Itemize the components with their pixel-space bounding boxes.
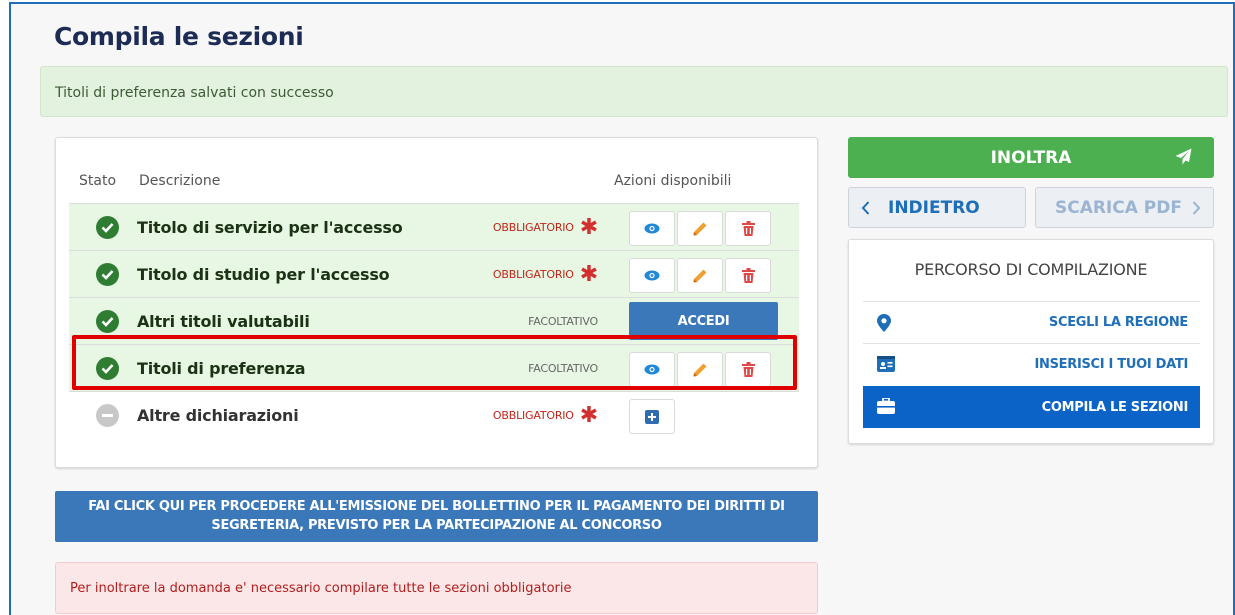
column-header-status: Stato [79,173,117,189]
error-alert: Per inoltrare la domanda e' necessario c… [55,562,818,614]
requirement-text: OBBLIGATORIO [492,221,574,234]
payment-button-line2: SEGRETERIA, PREVISTO PER LA PARTECIPAZIO… [211,518,662,533]
step-choose-region[interactable]: SCEGLI LA REGIONE [863,301,1200,343]
asterisk-icon: ✱ [579,214,598,240]
step-label: INSERISCI I TUOI DATI [1034,357,1188,372]
briefcase-icon [877,398,895,414]
success-alert: Titoli di preferenza salvati con success… [40,66,1228,117]
row-actions [629,211,771,246]
column-header-actions: Azioni disponibili [614,173,732,189]
section-row: Titolo di studio per l'accesso OBBLIGATO… [69,250,799,297]
submit-button[interactable]: INOLTRA [848,137,1214,178]
edit-button[interactable] [677,258,723,293]
pencil-icon [693,363,707,376]
payment-button[interactable]: FAI CLICK QUI PER PROCEDERE ALL'EMISSION… [55,491,818,542]
step-fill-sections[interactable]: COMPILA LE SEZIONI [863,386,1200,428]
section-label: Altri titoli valutabili [137,312,310,331]
trash-icon [741,362,755,377]
check-circle-icon [96,216,119,239]
paper-plane-icon [1175,148,1192,165]
add-button[interactable] [629,399,675,434]
check-circle-icon [96,310,119,333]
pencil-icon [693,269,707,282]
requirement-badge: OBBLIGATORIO ✱ [492,261,598,287]
requirement-badge: FACOLTATIVO [528,362,598,375]
page-title: Compila le sezioni [54,22,304,51]
section-row: Titolo di servizio per l'accesso OBBLIGA… [69,203,799,250]
plus-square-icon [645,409,659,424]
section-label: Altre dichiarazioni [137,406,299,425]
column-header-description: Descrizione [139,173,221,189]
submit-label: INOLTRA [990,147,1072,168]
asterisk-icon: ✱ [579,261,598,287]
view-button[interactable] [629,211,675,246]
delete-button[interactable] [725,258,771,293]
delete-button[interactable] [725,352,771,387]
requirement-text: OBBLIGATORIO [492,268,574,281]
eye-icon [644,364,660,375]
requirement-text: FACOLTATIVO [528,315,598,328]
back-label: INDIETRO [888,197,980,218]
check-circle-icon [96,263,119,286]
back-button[interactable]: INDIETRO [848,187,1026,228]
section-label: Titoli di preferenza [137,359,306,378]
requirement-badge: OBBLIGATORIO ✱ [492,214,598,240]
chevron-right-icon [1192,200,1201,215]
view-button[interactable] [629,258,675,293]
check-circle-icon [96,357,119,380]
step-label: SCEGLI LA REGIONE [1048,315,1188,330]
pencil-icon [693,222,707,235]
section-label: Titolo di studio per l'accesso [137,265,390,284]
section-row: Altri titoli valutabili FACOLTATIVO ACCE… [69,297,799,344]
accedi-button[interactable]: ACCEDI [629,302,778,340]
view-button[interactable] [629,352,675,387]
trash-icon [741,221,755,236]
id-card-icon [877,356,895,372]
minus-circle-icon [96,404,119,427]
eye-icon [644,270,660,281]
trash-icon [741,268,755,283]
payment-button-line1: FAI CLICK QUI PER PROCEDERE ALL'EMISSION… [88,499,785,514]
row-actions [629,258,771,293]
requirement-badge: FACOLTATIVO [528,315,598,328]
section-label: Titolo di servizio per l'accesso [137,218,403,237]
section-row: Titoli di preferenza FACOLTATIVO [69,344,799,391]
requirement-text: FACOLTATIVO [528,362,598,375]
map-pin-icon [877,314,891,332]
progress-title: PERCORSO DI COMPILAZIONE [914,260,1148,279]
chevron-left-icon [861,200,870,215]
edit-button[interactable] [677,211,723,246]
edit-button[interactable] [677,352,723,387]
requirement-text: OBBLIGATORIO [492,409,574,422]
asterisk-icon: ✱ [579,402,598,428]
section-row: Altre dichiarazioni OBBLIGATORIO ✱ [69,391,799,438]
step-enter-data[interactable]: INSERISCI I TUOI DATI [863,343,1200,385]
download-pdf-button[interactable]: SCARICA PDF [1035,187,1214,228]
progress-panel: PERCORSO DI COMPILAZIONE SCEGLI LA REGIO… [848,239,1214,444]
row-actions [629,352,771,387]
requirement-badge: OBBLIGATORIO ✱ [492,402,598,428]
delete-button[interactable] [725,211,771,246]
eye-icon [644,223,660,234]
pdf-label: SCARICA PDF [1054,197,1182,218]
step-label: COMPILA LE SEZIONI [1041,399,1189,415]
